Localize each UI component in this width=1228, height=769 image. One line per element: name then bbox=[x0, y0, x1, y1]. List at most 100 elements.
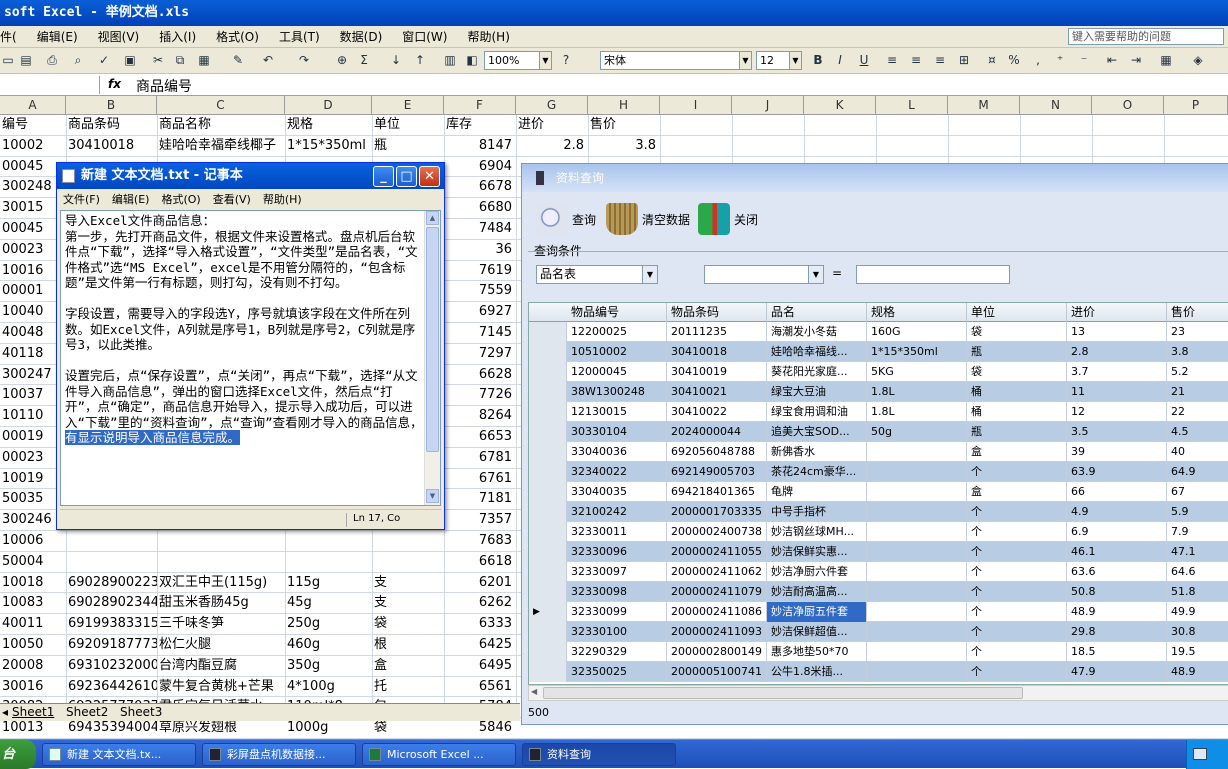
column-header-spec[interactable]: 规格 bbox=[867, 303, 967, 322]
row-selector[interactable] bbox=[529, 642, 567, 662]
cell-f[interactable]: 7683 bbox=[444, 531, 516, 551]
row-selector[interactable] bbox=[529, 582, 567, 602]
cell-unit[interactable]: 桶 bbox=[967, 402, 1067, 422]
cell-f[interactable]: 8264 bbox=[444, 406, 516, 426]
cell-id[interactable]: 32330100 bbox=[567, 622, 667, 642]
close-query-button[interactable]: 关闭 bbox=[698, 203, 758, 235]
clear-data-button[interactable]: 清空数据 bbox=[606, 203, 690, 235]
cell-f[interactable]: 6927 bbox=[444, 302, 516, 322]
cell-spec[interactable] bbox=[867, 442, 967, 462]
cell-cost[interactable]: 46.1 bbox=[1067, 542, 1167, 562]
table-row[interactable]: 32330100 2000002411093 妙洁保鲜超值... 个 29.8 30.8 bbox=[529, 622, 1228, 642]
cell-d[interactable]: 115g bbox=[285, 573, 372, 593]
tab-sheet3[interactable]: Sheet3 bbox=[120, 705, 162, 719]
column-header-O[interactable]: O bbox=[1092, 96, 1164, 115]
cell-c[interactable] bbox=[157, 552, 285, 572]
cell-cost[interactable]: 63.6 bbox=[1067, 562, 1167, 582]
menu-item-4[interactable]: 工具(T) bbox=[269, 28, 330, 45]
table-row[interactable]: 32350025 2000005100741 公牛1.8米插... 个 47.9 48.9 bbox=[529, 662, 1228, 682]
cell-g[interactable]: 进价 bbox=[516, 115, 588, 135]
cell-unit[interactable]: 个 bbox=[967, 502, 1067, 522]
cell-b[interactable]: 69236442610 bbox=[66, 677, 157, 697]
row-selector[interactable] bbox=[529, 482, 567, 502]
cell-d[interactable]: 1*15*350ml bbox=[285, 136, 372, 156]
align-left-icon[interactable]: ≡ bbox=[884, 52, 900, 68]
merge-icon[interactable]: ⊞ bbox=[956, 52, 972, 68]
cell-unit[interactable]: 个 bbox=[967, 542, 1067, 562]
cell-e[interactable] bbox=[372, 531, 444, 551]
table-row[interactable]: 33040036 692056048788 新佛香水 盒 39 40 bbox=[529, 442, 1228, 462]
cell-f[interactable]: 6561 bbox=[444, 677, 516, 697]
cell-d[interactable] bbox=[285, 552, 372, 572]
table-row[interactable]: 32290329 2000002800149 惠多地垫50*70 个 18.5 19.5 bbox=[529, 642, 1228, 662]
cell-b[interactable]: 69199383315 bbox=[66, 614, 157, 634]
print-icon[interactable]: ⎙ bbox=[44, 52, 60, 68]
cell-name[interactable]: 娃哈哈幸福线... bbox=[767, 342, 867, 362]
cell-d[interactable]: 45g bbox=[285, 593, 372, 613]
cell-f[interactable]: 6201 bbox=[444, 573, 516, 593]
cell-cost[interactable]: 39 bbox=[1067, 442, 1167, 462]
align-right-icon[interactable]: ≡ bbox=[932, 52, 948, 68]
open-icon[interactable]: ▤ bbox=[18, 52, 34, 68]
column-header-price[interactable]: 售价 bbox=[1167, 303, 1228, 322]
query-results-table[interactable]: 物品编号 物品条码 品名 规格 单位 进价 售价 12200025 20111235 海潮发小冬… bbox=[528, 302, 1228, 685]
query-title-bar[interactable]: 资料查询 bbox=[522, 164, 1228, 192]
menu-item-3[interactable]: 格式(O) bbox=[206, 28, 269, 45]
cell-unit[interactable]: 瓶 bbox=[967, 422, 1067, 442]
cell-unit[interactable]: 个 bbox=[967, 662, 1067, 682]
cell-spec[interactable] bbox=[867, 482, 967, 502]
cell-id[interactable]: 32330096 bbox=[567, 542, 667, 562]
paste-icon[interactable]: ▦ bbox=[196, 52, 212, 68]
task-excel[interactable]: Microsoft Excel ... bbox=[362, 743, 516, 766]
cell-id[interactable]: 32330011 bbox=[567, 522, 667, 542]
cell-f[interactable]: 6904 bbox=[444, 157, 516, 177]
align-center-icon[interactable]: ≡ bbox=[908, 52, 924, 68]
cell-name[interactable]: 中号手指杯 bbox=[767, 502, 867, 522]
column-header-L[interactable]: L bbox=[876, 96, 948, 115]
table-row[interactable]: ▶ 32330099 2000002411086 妙洁净厨五件套 个 48.9 49.9 bbox=[529, 602, 1228, 622]
sort-asc-icon[interactable]: ↓ bbox=[388, 52, 404, 68]
cell-price[interactable]: 64.6 bbox=[1167, 562, 1228, 582]
cell-cost[interactable]: 18.5 bbox=[1067, 642, 1167, 662]
column-header-cost[interactable]: 进价 bbox=[1067, 303, 1167, 322]
cell-c[interactable]: 商品名称 bbox=[157, 115, 285, 135]
sort-desc-icon[interactable]: ↑ bbox=[412, 52, 428, 68]
cell-price[interactable]: 67 bbox=[1167, 482, 1228, 502]
column-header-N[interactable]: N bbox=[1020, 96, 1092, 115]
cell-name[interactable]: 新佛香水 bbox=[767, 442, 867, 462]
cell-price[interactable]: 23 bbox=[1167, 322, 1228, 342]
cell-price[interactable]: 3.8 bbox=[1167, 342, 1228, 362]
start-button[interactable]: 台 bbox=[0, 740, 36, 769]
cell-f[interactable]: 6678 bbox=[444, 177, 516, 197]
cell-id[interactable]: 12130015 bbox=[567, 402, 667, 422]
cell-spec[interactable] bbox=[867, 542, 967, 562]
cell-f[interactable]: 7619 bbox=[444, 261, 516, 281]
cell-unit[interactable]: 桶 bbox=[967, 382, 1067, 402]
cell-f[interactable]: 6628 bbox=[444, 365, 516, 385]
cell-id[interactable]: 12200025 bbox=[567, 322, 667, 342]
cell-code[interactable]: 692056048788 bbox=[667, 442, 767, 462]
currency-icon[interactable]: ¤ bbox=[984, 52, 1000, 68]
table-row[interactable]: 32340022 692149005703 茶花24cm豪华... 个 63.9 64.9 bbox=[529, 462, 1228, 482]
cell-f[interactable]: 7181 bbox=[444, 489, 516, 509]
table-row[interactable]: 10510002 30410018 娃哈哈幸福线... 1*15*350ml 瓶 2.8 3… bbox=[529, 342, 1228, 362]
format-painter-icon[interactable]: ✎ bbox=[230, 52, 246, 68]
name-box[interactable] bbox=[0, 76, 100, 94]
decrease-decimal-icon[interactable]: ⁻ bbox=[1076, 52, 1092, 68]
borders-icon[interactable]: ▦ bbox=[1158, 52, 1174, 68]
row-selector[interactable] bbox=[529, 362, 567, 382]
cell-code[interactable]: 692149005703 bbox=[667, 462, 767, 482]
table-row[interactable]: 32330098 2000002411079 妙洁耐高温高... 个 50.8 51.8 bbox=[529, 582, 1228, 602]
cell-code[interactable]: 30410018 bbox=[667, 342, 767, 362]
cell-d[interactable]: 1000g bbox=[285, 718, 372, 738]
menu-item-2[interactable]: 插入(I) bbox=[149, 28, 206, 45]
cell-unit[interactable]: 盒 bbox=[967, 482, 1067, 502]
research-icon[interactable]: ▣ bbox=[122, 52, 138, 68]
cell-unit[interactable]: 瓶 bbox=[967, 342, 1067, 362]
cell-code[interactable]: 2000002411079 bbox=[667, 582, 767, 602]
new-icon[interactable]: ▭ bbox=[0, 52, 16, 68]
tab-sheet2[interactable]: Sheet2 bbox=[66, 705, 108, 719]
cell-b[interactable]: 69028902344 bbox=[66, 593, 157, 613]
cell-code[interactable]: 20111235 bbox=[667, 322, 767, 342]
cell-f[interactable]: 6425 bbox=[444, 635, 516, 655]
